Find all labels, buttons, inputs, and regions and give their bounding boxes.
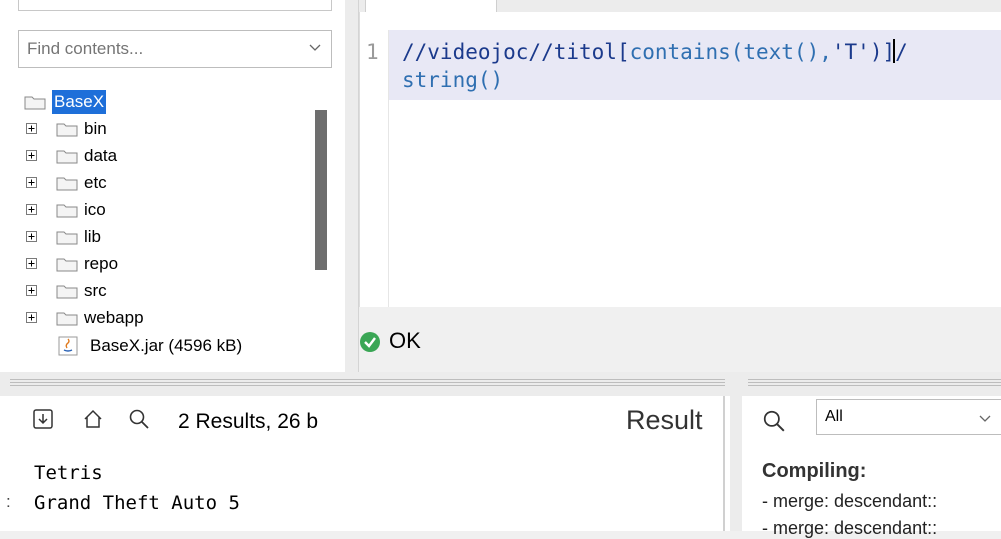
tree-item-label: data (84, 146, 118, 165)
tree-item-label: src (84, 281, 107, 300)
code-string: 'T' (831, 40, 870, 64)
folder-icon (56, 285, 78, 299)
expand-icon[interactable] (26, 150, 37, 161)
tree-item-label: repo (84, 254, 119, 273)
tree-item-label: bin (84, 119, 107, 138)
save-result-icon[interactable] (32, 408, 54, 430)
folder-icon (56, 258, 78, 272)
result-line: Grand Theft Auto 5 (34, 492, 240, 514)
tree-item-label: ico (84, 200, 106, 219)
folder-icon (56, 150, 78, 164)
chevron-down-icon[interactable] (307, 40, 323, 56)
search-icon[interactable] (762, 409, 786, 433)
code-close: )] (869, 40, 896, 64)
result-count: 2 Results, 26 b (178, 410, 319, 433)
edge-marker: : (6, 492, 11, 511)
folder-icon (56, 123, 78, 137)
code-function: string() (402, 68, 504, 92)
status-text: OK (389, 328, 421, 353)
result-panel-title: Result (626, 405, 703, 435)
folder-icon (24, 96, 46, 110)
expand-icon[interactable] (26, 258, 37, 269)
folder-icon (56, 177, 78, 191)
result-line: Tetris (34, 462, 103, 484)
code-path: //videojoc//titol (402, 40, 617, 64)
code-function: contains(text(), (629, 40, 832, 64)
info-line: - merge: descendant:: (762, 518, 938, 538)
info-line: - merge: descendant:: (762, 491, 938, 511)
tree-item-label: lib (84, 227, 102, 246)
expand-icon[interactable] (26, 123, 37, 134)
code-slash: / (895, 40, 908, 64)
expand-icon[interactable] (26, 177, 37, 188)
check-icon (360, 332, 380, 352)
find-contents-box[interactable] (18, 30, 332, 68)
code-line[interactable]: //videojoc//titol[contains(text(),'T')]/ (402, 38, 908, 66)
tree-item-label: etc (84, 173, 107, 192)
java-file-icon (58, 336, 78, 356)
folder-icon (56, 231, 78, 245)
tree-scrollbar[interactable] (315, 110, 327, 270)
gutter-separator (388, 30, 389, 307)
chevron-down-icon[interactable] (978, 412, 992, 426)
tree-root-label[interactable]: BaseX (52, 90, 107, 114)
expand-icon[interactable] (26, 312, 37, 323)
expand-icon[interactable] (26, 231, 37, 242)
project-tree: BaseX bin data etc ico lib repo src weba… (22, 90, 312, 372)
code-bracket: [ (616, 40, 630, 64)
horizontal-splitter[interactable] (0, 372, 1001, 396)
tree-item-label: webapp (84, 308, 144, 327)
project-path-field[interactable] (18, 0, 332, 11)
find-contents-input[interactable] (27, 39, 297, 59)
vertical-splitter[interactable] (345, 0, 359, 372)
folder-icon (56, 204, 78, 218)
home-icon[interactable] (82, 408, 104, 430)
code-line-wrap[interactable]: string() (402, 66, 503, 94)
info-filter-select[interactable]: All (816, 399, 1001, 435)
expand-icon[interactable] (26, 285, 37, 296)
line-number: 1 (366, 40, 379, 64)
folder-icon (56, 312, 78, 326)
tree-item-label: BaseX.jar (4596 kB) (90, 336, 243, 355)
info-heading: Compiling: (762, 460, 867, 482)
search-icon[interactable] (128, 408, 150, 430)
vertical-splitter-bottom[interactable] (730, 378, 742, 531)
panel-separator (723, 396, 725, 531)
info-filter-value: All (825, 408, 843, 425)
expand-icon[interactable] (26, 204, 37, 215)
